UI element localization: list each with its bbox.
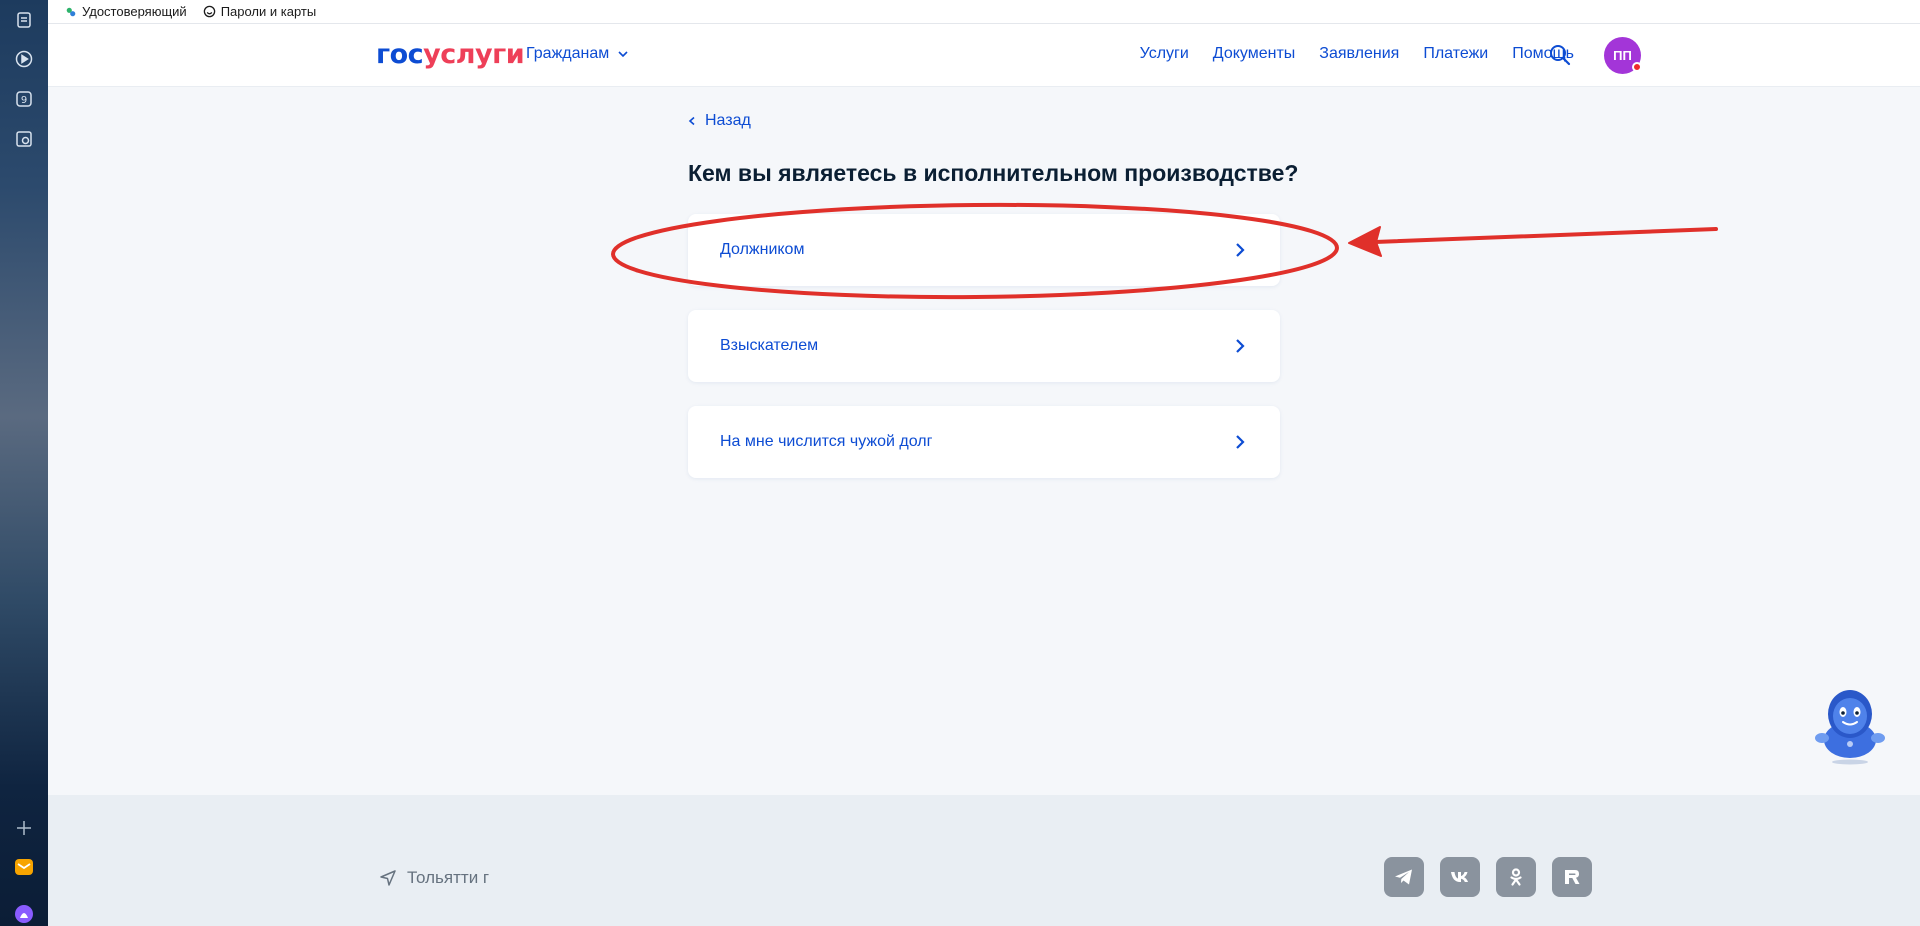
leaf-icon	[64, 5, 78, 19]
nav-documents[interactable]: Документы	[1213, 45, 1295, 63]
main-nav: Услуги Документы Заявления Платежи Помощ…	[1140, 45, 1574, 63]
option-label: Должником	[720, 241, 805, 258]
telegram-icon[interactable]	[1384, 857, 1424, 897]
annotation-arrow-line	[1373, 227, 1718, 244]
mail-icon[interactable]	[12, 855, 36, 879]
option-debtor[interactable]: Должником	[688, 214, 1280, 286]
nav-services[interactable]: Услуги	[1140, 45, 1189, 63]
location-label: Тольятти г	[407, 868, 490, 887]
alice-icon[interactable]	[12, 902, 36, 926]
location-selector[interactable]: Тольятти г	[379, 868, 489, 888]
vk-icon[interactable]	[1440, 857, 1480, 897]
browser-sidebar: 9	[0, 0, 48, 926]
citizens-label: Гражданам	[526, 45, 610, 62]
site-header: госуслуги Гражданам Услуги Документы Зая…	[48, 24, 1920, 87]
avatar[interactable]: ПП	[1604, 37, 1642, 74]
page-title: Кем вы являетесь в исполнительном произв…	[688, 160, 1299, 186]
annotation-arrow-head	[1348, 226, 1382, 257]
back-label: Назад	[705, 112, 751, 129]
search-icon[interactable]	[1548, 43, 1572, 67]
screenshot-icon[interactable]	[12, 127, 36, 151]
bookmarks-bar: Удостоверяющий Пароли и карты	[48, 0, 1920, 24]
add-icon[interactable]	[12, 816, 36, 840]
logo-part-uslugi: услуги	[423, 39, 525, 70]
bookmark-certificate[interactable]: Удостоверяющий	[64, 4, 187, 19]
chevron-down-icon	[618, 51, 628, 58]
bookmark-passwords[interactable]: Пароли и карты	[203, 4, 317, 19]
robot-assistant-icon[interactable]	[1808, 682, 1892, 766]
notification-dot	[1632, 62, 1642, 72]
play-icon[interactable]	[12, 47, 36, 71]
svg-text:9: 9	[21, 95, 27, 106]
chevron-right-icon	[1236, 339, 1245, 353]
ok-icon[interactable]	[1496, 857, 1536, 897]
nine-icon[interactable]: 9	[12, 87, 36, 111]
option-label: На мне числится чужой долг	[720, 433, 933, 450]
bookmark-label: Удостоверяющий	[82, 4, 187, 19]
location-arrow-icon	[380, 870, 396, 886]
social-links	[1384, 857, 1592, 897]
option-claimant[interactable]: Взыскателем	[688, 310, 1280, 382]
chevron-right-icon	[1236, 435, 1245, 449]
gosuslugi-logo[interactable]: госуслуги	[376, 39, 525, 70]
option-someone-elses-debt[interactable]: На мне числится чужой долг	[688, 406, 1280, 478]
bookmark-label: Пароли и карты	[220, 4, 317, 19]
avatar-initials: ПП	[1613, 48, 1632, 63]
tabs-icon[interactable]	[12, 8, 36, 32]
nav-payments[interactable]: Платежи	[1423, 45, 1488, 63]
chevron-right-icon	[1236, 243, 1245, 257]
footer: Тольятти г	[48, 795, 1920, 926]
logo-part-gos: гос	[376, 39, 424, 70]
rutube-icon[interactable]	[1552, 857, 1592, 897]
nav-applications[interactable]: Заявления	[1319, 45, 1399, 63]
back-link[interactable]: Назад	[687, 112, 751, 130]
citizens-dropdown[interactable]: Гражданам	[526, 45, 629, 63]
chevron-left-icon	[688, 116, 695, 126]
option-label: Взыскателем	[720, 337, 819, 354]
key-icon	[203, 5, 217, 19]
